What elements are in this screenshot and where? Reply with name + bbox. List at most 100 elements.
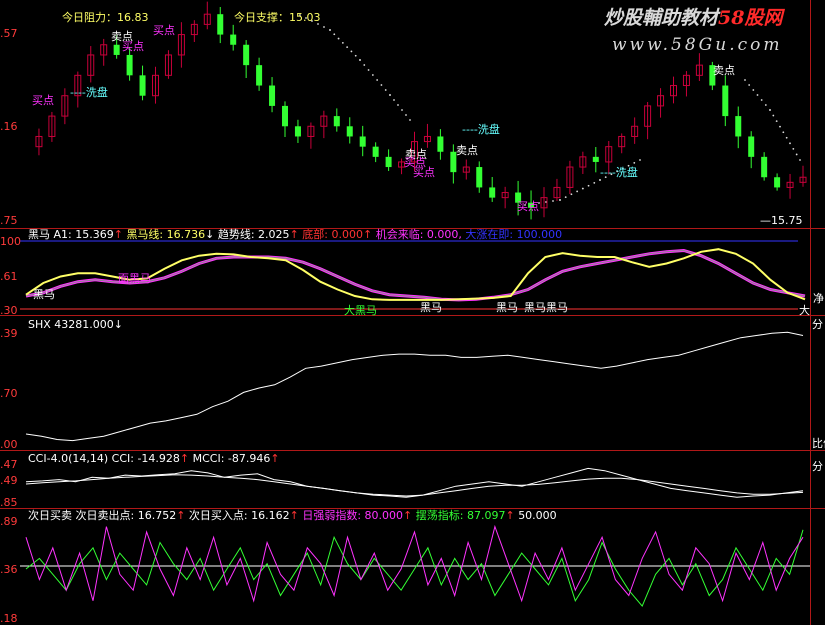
sell-legend-item-2: 日强弱指数: 80.000 bbox=[302, 508, 403, 522]
trail-dot bbox=[354, 54, 357, 57]
sell-ytick-0: .89 bbox=[0, 515, 18, 528]
trail-dot bbox=[341, 41, 344, 44]
candle-body-down bbox=[113, 44, 120, 55]
resistance-value: 16.83 bbox=[117, 11, 149, 24]
sell-legend-item-3: 摆荡指标: 87.097 bbox=[416, 508, 506, 522]
cci-ytick-1: .49 bbox=[0, 474, 18, 487]
candle-body-down bbox=[385, 156, 392, 168]
candle-body-down bbox=[346, 126, 353, 137]
low-price-label: —15.75 bbox=[760, 214, 803, 227]
heima-legend-line: 黑马 A1: 15.369↑ 黑马线: 16.736↓ 趋势线: 2.025↑ … bbox=[28, 227, 562, 241]
shx-ytick-0: .39 bbox=[0, 327, 18, 340]
heima-legend-arrow-1: ↓ bbox=[205, 228, 214, 241]
shx-legend-arrow: ↓ bbox=[114, 318, 123, 331]
heima-legend: 黑马 A1: 15.369↑ 黑马线: 16.736↓ 趋势线: 2.025↑ … bbox=[28, 227, 562, 241]
trail-dot bbox=[323, 26, 325, 28]
support-label: 今日支撑：15.03 bbox=[234, 10, 321, 24]
main-annotation-0: 买点 bbox=[32, 94, 54, 107]
candle-body-down bbox=[359, 136, 366, 147]
trail-dot bbox=[359, 59, 361, 61]
heima-legend-item-3: 底部: 0.000 bbox=[302, 227, 363, 241]
trail-dot bbox=[756, 94, 759, 96]
main-ytick-0: .57 bbox=[0, 27, 18, 40]
heima-annotation-7: 大 bbox=[799, 303, 810, 317]
trail-dot bbox=[769, 109, 771, 111]
resistance-label: 今日阻力：16.83 bbox=[62, 10, 149, 24]
candle-body-down bbox=[256, 65, 263, 86]
sell-legend-arrow-1: ↑ bbox=[290, 509, 299, 522]
heima-legend-item-5: 大涨在即: 100.000 bbox=[465, 227, 562, 241]
trail-dot bbox=[371, 74, 374, 76]
trail-dot bbox=[581, 187, 584, 190]
heima-annotation-4: 黑马 bbox=[496, 301, 518, 314]
shx-ytick-2: .00 bbox=[0, 438, 18, 451]
heima-ytick-0: 100 bbox=[0, 235, 21, 248]
heima-legend-item-1: 黑马线: 16.736 bbox=[126, 227, 205, 241]
trail-dot bbox=[337, 37, 340, 40]
trail-dot bbox=[775, 120, 778, 123]
candle-body-down bbox=[735, 116, 742, 137]
main-annotation-11: ----洗盘 bbox=[600, 165, 638, 179]
cci-ytick-2: .85 bbox=[0, 496, 18, 509]
trail-dot bbox=[389, 94, 391, 96]
trail-dot bbox=[599, 179, 601, 181]
cci-legend-arrow-1: ↑ bbox=[270, 452, 279, 465]
sell-ytick-1: .36 bbox=[0, 563, 18, 576]
watermark-brand-a: 炒股輔助教材 bbox=[604, 7, 721, 29]
trail-dot bbox=[570, 193, 573, 196]
shx-right-label-0: 分 bbox=[812, 318, 823, 331]
trail-dot bbox=[376, 79, 379, 81]
cci-legend: CCI-4.0(14,14) CCI: -14.928↑ MCCI: -87.9… bbox=[28, 452, 280, 465]
candle-body-down bbox=[282, 105, 288, 127]
trail-dot bbox=[552, 200, 554, 202]
heima-annotation-5: 黑马黑马 bbox=[524, 301, 568, 314]
candle-body-down bbox=[722, 85, 729, 117]
trail-dot bbox=[795, 153, 798, 156]
trail-dot bbox=[792, 147, 795, 150]
trail-dot bbox=[333, 33, 336, 36]
watermark-line1: 炒股輔助教材58股网 bbox=[604, 7, 785, 29]
trail-dot bbox=[367, 69, 370, 71]
heima-legend-arrow-2: ↑ bbox=[290, 228, 299, 241]
heima-annotation-1: 面黑马 bbox=[118, 272, 151, 285]
candle-body-down bbox=[217, 14, 224, 35]
main-annotation-12: 卖点 bbox=[713, 64, 735, 77]
sell-legend-line: 次日买卖 次日卖出点: 16.752↑ 次日买入点: 16.162↑ 日强弱指数… bbox=[28, 508, 557, 522]
trail-dot bbox=[593, 181, 596, 184]
heima-annotation-0: 黑马 bbox=[33, 288, 55, 301]
trail-dot bbox=[363, 64, 366, 66]
candle-body-down bbox=[489, 187, 496, 198]
trail-dot bbox=[785, 136, 788, 139]
candle-body-down bbox=[476, 167, 483, 188]
candle-body-down bbox=[230, 34, 237, 45]
main-annotation-3: 买点 bbox=[122, 40, 144, 53]
trail-dot bbox=[639, 159, 641, 161]
candle-body-down bbox=[243, 44, 250, 66]
sell-ytick-2: .18 bbox=[0, 612, 18, 625]
trail-dot bbox=[782, 131, 785, 134]
watermark-line2: www.58Gu.com bbox=[612, 35, 782, 55]
main-annotation-4: 买点 bbox=[153, 24, 175, 37]
heima-legend-arrow-0: ↑ bbox=[114, 228, 123, 241]
main-ytick-1: .16 bbox=[0, 120, 18, 133]
candle-body-down bbox=[592, 156, 599, 162]
sell-legend-item-1: 次日买入点: 16.162 bbox=[189, 508, 290, 522]
heima-ytick-1: .61 bbox=[0, 270, 18, 283]
trail-dot bbox=[587, 184, 590, 187]
heima-legend-item-0: 黑马 A1: 15.369 bbox=[28, 228, 114, 241]
trail-dot bbox=[405, 114, 407, 116]
heima-annotation-6: 净 bbox=[813, 291, 824, 305]
trail-dot bbox=[760, 99, 763, 101]
chart-background bbox=[0, 0, 825, 625]
trail-dot bbox=[329, 29, 331, 31]
support-value: 15.03 bbox=[289, 11, 321, 24]
trail-dot bbox=[764, 104, 767, 106]
trail-dot bbox=[350, 50, 353, 53]
main-annotation-7: 买点 bbox=[413, 166, 435, 179]
trail-dot bbox=[401, 109, 403, 111]
trail-dot bbox=[752, 89, 755, 91]
cci-legend-arrow-0: ↑ bbox=[180, 452, 189, 465]
cci-legend-item-1: MCCI: -87.946 bbox=[193, 452, 271, 465]
trail-dot bbox=[772, 114, 775, 117]
trail-dot bbox=[564, 196, 567, 199]
